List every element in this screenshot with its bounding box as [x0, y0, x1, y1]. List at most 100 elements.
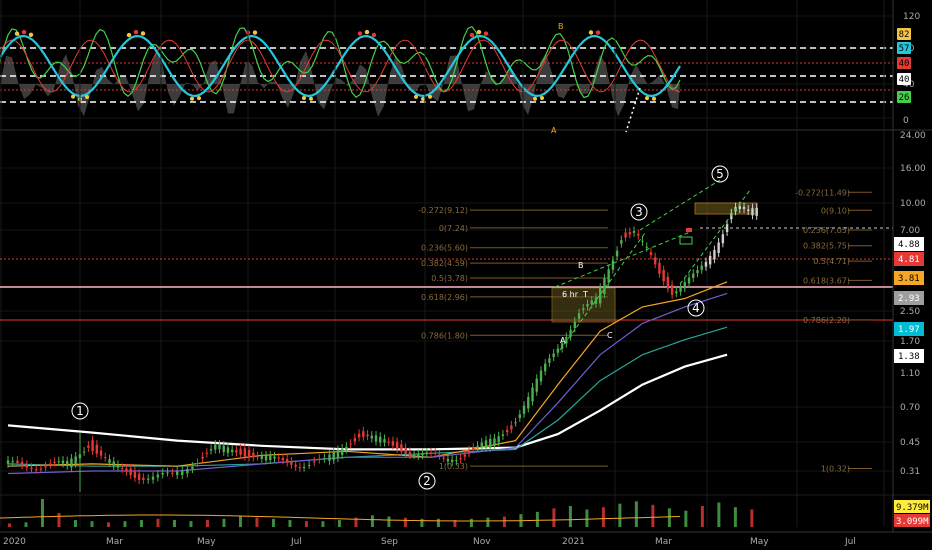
candle-body	[620, 240, 623, 244]
fib-level-label: 0.236(7.05)	[803, 226, 850, 235]
fib-level-label: 0(7.24)	[439, 224, 468, 233]
oscillator-signal-dot	[302, 96, 306, 101]
oscillator-y-tick: 120	[903, 12, 920, 22]
price-y-tick: 0.70	[900, 403, 920, 413]
candle-body	[298, 467, 302, 469]
candle-body	[313, 461, 316, 463]
candle-body	[82, 451, 86, 453]
oscillator-y-tick: 0	[903, 116, 909, 126]
candle-body	[112, 461, 115, 467]
volume-bar	[205, 520, 209, 527]
candle-body	[505, 429, 509, 433]
candle-body	[577, 313, 581, 319]
candle-body	[328, 454, 331, 461]
time-axis-tick: Jul	[290, 537, 302, 547]
volume-bar	[255, 517, 259, 527]
candle-body	[20, 461, 24, 466]
candle-body	[108, 459, 111, 463]
candle-body	[383, 439, 386, 443]
candle-body	[256, 456, 259, 458]
candle-body	[747, 209, 750, 212]
candle-body	[214, 444, 217, 450]
candle-body	[307, 464, 311, 466]
candle-body	[318, 458, 321, 460]
oscillator-signal-dot	[371, 32, 377, 38]
time-axis-tick: Mar	[655, 537, 672, 547]
price-tag-label: 3.81	[898, 274, 920, 284]
candle-body	[201, 456, 204, 459]
candle-body	[599, 287, 602, 304]
candle-body	[252, 452, 255, 458]
candle-body	[645, 246, 648, 248]
candle-body	[713, 250, 716, 260]
candle-body	[615, 250, 619, 257]
candle-body	[484, 440, 488, 448]
candle-body	[125, 468, 128, 472]
candle-body	[658, 262, 661, 274]
candle-body	[70, 458, 73, 468]
candle-body	[332, 451, 335, 460]
time-axis-tick: 2020	[3, 537, 26, 547]
time-axis-tick: Jul	[844, 537, 856, 547]
oscillator-signal-dot	[357, 31, 363, 36]
candle-body	[751, 208, 754, 216]
candle-body	[455, 459, 458, 462]
elliott-wave-label: 4	[692, 301, 700, 315]
candle-body	[116, 464, 120, 468]
candle-body	[544, 363, 547, 372]
volume-bar	[502, 516, 506, 527]
oscillator-signal-dot	[85, 94, 89, 99]
candle-body	[161, 472, 164, 475]
volume-tag-label: 9.379M	[896, 503, 929, 513]
oscillator-signal-dot	[469, 32, 475, 38]
volume-bar	[40, 499, 44, 527]
volume-bar	[585, 509, 589, 527]
volume-bar	[24, 522, 28, 527]
volume-bar	[601, 507, 605, 527]
candle-body	[696, 269, 699, 274]
candle-body	[53, 461, 56, 463]
candle-body	[548, 358, 551, 363]
fib-level-label: -0.272(9.12)	[418, 206, 468, 215]
volume-bar	[700, 506, 704, 527]
candle-body	[74, 456, 77, 464]
oscillator-level-tag-label: 40	[899, 59, 910, 69]
volume-tag-label: 3.099M	[896, 517, 929, 527]
candle-body	[535, 378, 538, 392]
candle-body	[349, 443, 352, 445]
candle-body	[653, 257, 657, 265]
price-y-tick: 1.10	[900, 369, 920, 379]
candle-body	[522, 405, 526, 414]
oscillator-signal-dot	[652, 96, 656, 101]
candle-body	[87, 445, 90, 448]
candle-body	[285, 459, 289, 463]
volume-bar	[238, 516, 242, 527]
oscillator-signal-dot	[645, 96, 649, 101]
candle-body	[294, 464, 297, 467]
tradingview-chart[interactable]: B A -0.272(9.12) 0(7.24) 0.236(5.60) 0.382(4…	[0, 0, 932, 550]
price-tag-label: 2.93	[898, 294, 920, 304]
oscillator-level-tag-label: 82	[899, 30, 910, 40]
volume-bar	[568, 506, 572, 527]
oscillator-level-tag-label: 57	[899, 44, 910, 54]
oscillator-signal-dot	[140, 31, 146, 36]
oscillator-signal-dot	[364, 29, 370, 35]
oscillator-signal-dot	[421, 96, 425, 101]
candle-body	[61, 460, 65, 464]
time-axis-tick: Mar	[106, 537, 123, 547]
volume-bar	[667, 508, 671, 527]
candle-body	[692, 273, 695, 278]
candle-body	[379, 436, 382, 443]
fib-level-label: 0.786(1.80)	[421, 331, 468, 340]
candle-body	[39, 468, 43, 470]
candle-body	[91, 440, 94, 452]
candle-body	[156, 474, 160, 478]
candle-body	[142, 477, 145, 480]
candle-body	[417, 454, 420, 457]
candle-body	[239, 448, 242, 455]
candle-body	[637, 233, 640, 236]
elliott-wave-label: 1	[76, 404, 84, 418]
time-axis-tick: Nov	[473, 537, 491, 547]
candle-body	[480, 442, 483, 448]
candle-body	[336, 450, 340, 459]
